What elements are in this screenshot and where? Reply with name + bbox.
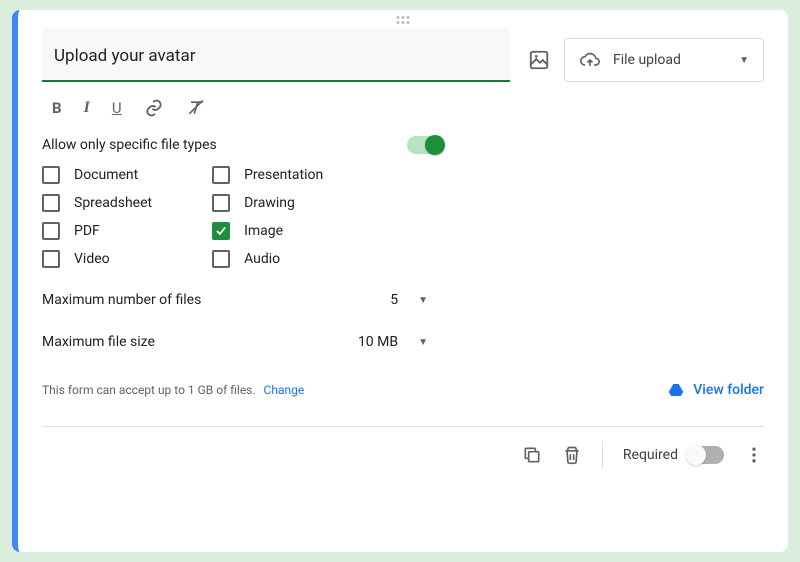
link-button[interactable]: [144, 98, 164, 118]
file-type-checkbox[interactable]: Spreadsheet: [42, 194, 152, 212]
max-size-row: Maximum file size 10 MB ▼: [42, 334, 764, 350]
checkbox-box: [42, 194, 60, 212]
formatting-toolbar: B I U: [42, 92, 764, 136]
delete-button[interactable]: [562, 445, 582, 465]
add-image-icon[interactable]: [528, 49, 550, 71]
question-type-label: File upload: [613, 52, 681, 68]
question-card: File upload ▼ B I U Allow only specific …: [12, 10, 788, 552]
file-type-label: Presentation: [244, 167, 323, 183]
file-type-checkbox[interactable]: Presentation: [212, 166, 323, 184]
file-types-grid: Document Spreadsheet PDF Video Presentation…: [42, 166, 764, 268]
checkbox-box: [42, 166, 60, 184]
chevron-down-icon: ▼: [418, 337, 428, 348]
max-files-label: Maximum number of files: [42, 292, 201, 308]
view-folder-label: View folder: [693, 382, 764, 398]
question-title-input[interactable]: [42, 28, 510, 82]
checkbox-box: [42, 250, 60, 268]
change-link[interactable]: Change: [264, 383, 305, 397]
max-size-label: Maximum file size: [42, 334, 155, 350]
file-type-checkbox[interactable]: Video: [42, 250, 152, 268]
file-type-label: Spreadsheet: [74, 195, 152, 211]
max-size-value: 10 MB: [358, 334, 398, 350]
bold-button[interactable]: B: [52, 99, 62, 117]
max-files-value: 5: [390, 292, 398, 308]
underline-button[interactable]: U: [112, 99, 122, 117]
storage-info-text: This form can accept up to 1 GB of files…: [42, 383, 256, 397]
checkbox-box: [212, 222, 230, 240]
required-label: Required: [623, 447, 678, 463]
chevron-down-icon: ▼: [418, 295, 428, 306]
checkbox-box: [212, 166, 230, 184]
file-types-toggle[interactable]: [407, 136, 443, 154]
vertical-divider: [602, 441, 603, 469]
file-type-checkbox[interactable]: PDF: [42, 222, 152, 240]
max-size-dropdown[interactable]: 10 MB ▼: [358, 334, 428, 350]
question-header-row: File upload ▼: [42, 28, 764, 82]
question-footer: Required: [42, 427, 764, 469]
file-type-label: Document: [74, 167, 138, 183]
checkbox-box: [212, 194, 230, 212]
file-type-checkbox[interactable]: Audio: [212, 250, 323, 268]
checkbox-box: [212, 250, 230, 268]
clear-format-button[interactable]: [186, 98, 206, 118]
file-type-label: Video: [74, 251, 110, 267]
cloud-upload-icon: [579, 50, 601, 70]
question-type-dropdown[interactable]: File upload ▼: [564, 38, 764, 82]
type-picker-wrap: File upload ▼: [528, 28, 764, 82]
drag-handle[interactable]: [397, 16, 410, 24]
required-toggle[interactable]: [688, 446, 724, 464]
file-type-label: Image: [244, 223, 283, 239]
required-row: Required: [623, 446, 724, 464]
file-type-checkbox[interactable]: Document: [42, 166, 152, 184]
more-options-button[interactable]: [744, 445, 764, 465]
drive-icon: [667, 382, 685, 398]
duplicate-button[interactable]: [522, 445, 542, 465]
file-type-label: Audio: [244, 251, 280, 267]
max-files-dropdown[interactable]: 5 ▼: [390, 292, 428, 308]
file-type-checkbox[interactable]: Drawing: [212, 194, 323, 212]
file-types-label: Allow only specific file types: [42, 137, 217, 153]
file-type-label: Drawing: [244, 195, 295, 211]
info-row: This form can accept up to 1 GB of files…: [42, 382, 764, 398]
view-folder-link[interactable]: View folder: [667, 382, 764, 398]
max-files-row: Maximum number of files 5 ▼: [42, 292, 764, 308]
chevron-down-icon: ▼: [739, 55, 749, 66]
file-type-checkbox[interactable]: Image: [212, 222, 323, 240]
italic-button[interactable]: I: [84, 99, 90, 117]
checkbox-box: [42, 222, 60, 240]
file-types-toggle-row: Allow only specific file types: [42, 136, 764, 154]
file-type-label: PDF: [74, 223, 100, 239]
